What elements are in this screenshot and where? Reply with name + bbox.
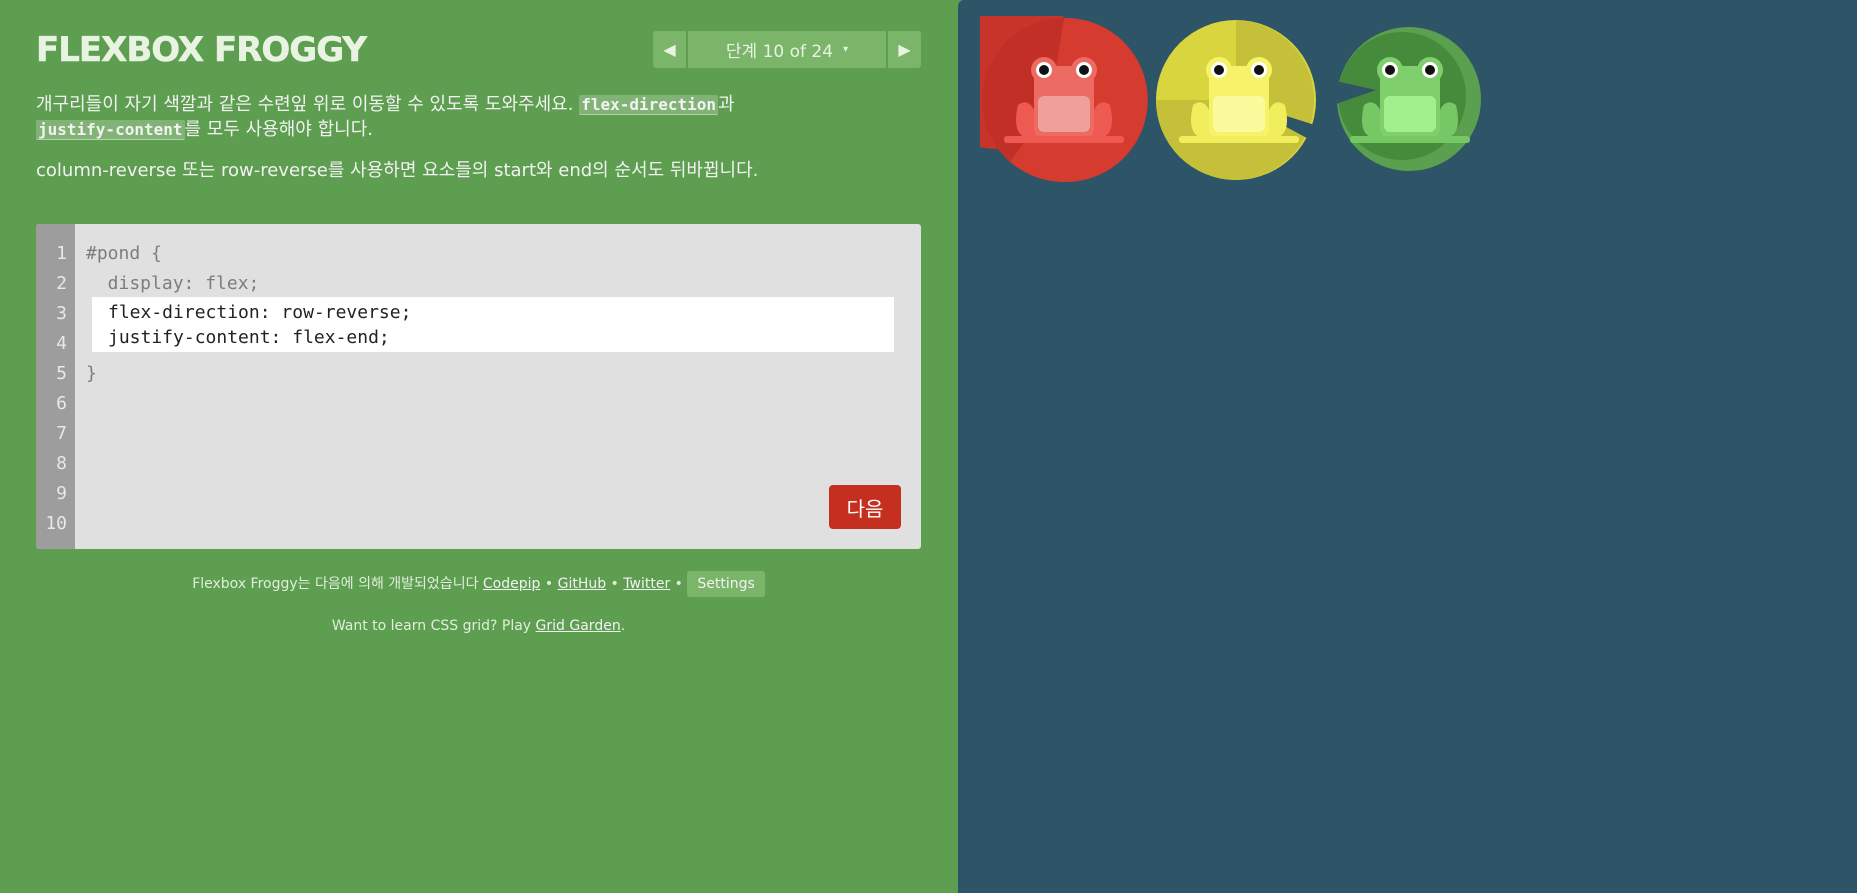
line-number: 5 (56, 363, 67, 384)
level-navigation: ◀ 단계 10 of 24 ▾ ▶ (653, 31, 921, 68)
code-line-1: #pond { (86, 243, 162, 264)
next-level-button[interactable]: ▶ (888, 31, 921, 68)
code-line-5: } (86, 363, 97, 384)
codepip-link[interactable]: Codepip (483, 576, 541, 592)
level-dropdown[interactable]: 단계 10 of 24 ▾ (688, 31, 886, 68)
twitter-link[interactable]: Twitter (623, 576, 670, 592)
line-number: 1 (56, 243, 67, 264)
sidebar: FLEXBOX FROGGY ◀ 단계 10 of 24 ▾ ▶ 개구리들이 자… (0, 0, 958, 893)
green-frog (1350, 57, 1470, 143)
github-link[interactable]: GitHub (558, 576, 607, 592)
line-number: 3 (56, 303, 67, 324)
code-editor: 1 2 3 4 5 6 7 8 9 10 #pond { display: flex; } fle… (36, 224, 921, 549)
grid-garden-promo: Want to learn CSS grid? Play Grid Garden… (331, 618, 626, 634)
prev-level-button[interactable]: ◀ (653, 31, 686, 68)
level-label: 단계 10 of 24 (725, 42, 834, 62)
caret-down-icon: ▾ (843, 44, 849, 55)
line-numbers: 1 2 3 4 5 6 7 8 9 10 (36, 224, 75, 549)
line-number: 10 (45, 513, 67, 534)
next-button[interactable]: 다음 (829, 485, 901, 529)
line-number: 2 (56, 273, 67, 294)
arrow-right-icon: ▶ (898, 40, 911, 59)
page-title: FLEXBOX FROGGY (36, 30, 367, 71)
line-number: 4 (56, 333, 67, 354)
line-number: 6 (56, 393, 67, 414)
line-number: 9 (56, 483, 67, 504)
arrow-left-icon: ◀ (663, 40, 676, 59)
grid-garden-link[interactable]: Grid Garden (536, 618, 621, 634)
settings-button[interactable]: Settings (687, 571, 765, 597)
css-input[interactable]: flex-direction: row-reverse; justify-con… (108, 300, 888, 350)
keyword-justify-content: justify-content (36, 120, 185, 140)
line-number: 7 (56, 423, 67, 444)
credits: Flexbox Froggy는 다음에 의해 개발되었습니다 Codepip •… (36, 571, 921, 597)
line-number: 8 (56, 453, 67, 474)
instructions: 개구리들이 자기 색깔과 같은 수련잎 위로 이동할 수 있도록 도와주세요. … (36, 92, 916, 199)
yellow-frog (1179, 57, 1299, 143)
red-frog (1004, 57, 1124, 143)
instruction-paragraph-2: column-reverse 또는 row-reverse를 사용하면 요소들의… (36, 160, 759, 181)
instruction-paragraph-1: 개구리들이 자기 색깔과 같은 수련잎 위로 이동할 수 있도록 도와주세요. … (36, 94, 735, 140)
keyword-flex-direction: flex-direction (579, 95, 719, 115)
code-line-2: display: flex; (86, 273, 260, 294)
pond (958, 0, 1857, 893)
